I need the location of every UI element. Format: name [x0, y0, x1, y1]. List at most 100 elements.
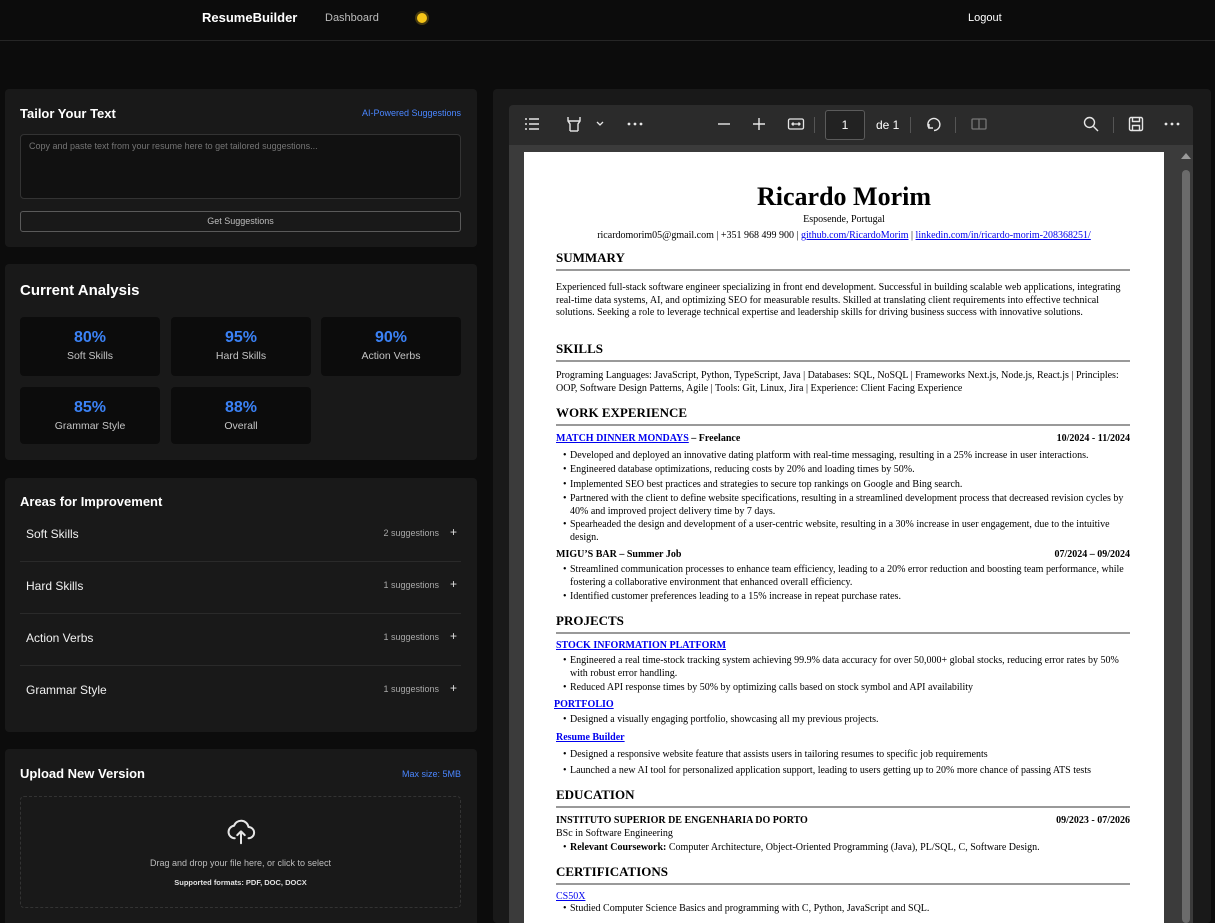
- fit-width-icon[interactable]: [787, 115, 805, 133]
- toolbar-divider: [910, 117, 911, 133]
- education-school: INSTITUTO SUPERIOR DE ENGENHARIA DO PORT…: [556, 815, 808, 826]
- project-resume-builder-link[interactable]: Resume Builder: [556, 732, 625, 743]
- suggestion-count: 1 suggestions: [383, 632, 439, 642]
- drop-instructions: Drag and drop your file here, or click t…: [149, 858, 332, 868]
- job1-link[interactable]: MATCH DINNER MONDAYS: [556, 433, 689, 444]
- job1-role: – Freelance: [688, 433, 741, 444]
- summary-text: Experienced full-stack software engineer…: [556, 282, 1121, 319]
- job1-bullet: Spearheaded the design and development o…: [563, 519, 1136, 544]
- project-stock-link[interactable]: STOCK INFORMATION PLATFORM: [556, 640, 726, 651]
- score-label: Action Verbs: [361, 350, 421, 362]
- job1-heading: MATCH DINNER MONDAYS – Freelance: [556, 433, 740, 444]
- job1-bullet: Implemented SEO best practices and strat…: [563, 479, 1136, 492]
- improvement-item-soft-skills[interactable]: Soft Skills 2 suggestions +: [20, 510, 461, 562]
- project-portfolio-link[interactable]: PORTFOLIO: [554, 699, 614, 710]
- toolbar-divider: [955, 117, 956, 133]
- upload-title: Upload New Version: [20, 766, 145, 781]
- job2-bullet: Identified customer preferences leading …: [563, 591, 1136, 604]
- linkedin-link[interactable]: linkedin.com/in/ricardo-morim-208368251/: [916, 230, 1091, 241]
- improvement-name: Hard Skills: [26, 579, 84, 593]
- save-icon[interactable]: [1127, 115, 1145, 133]
- summary-heading: SUMMARY: [556, 250, 625, 265]
- search-icon[interactable]: [1082, 115, 1100, 133]
- project-bullet: Launched a new AI tool for personalized …: [563, 765, 1136, 778]
- education-degree: BSc in Software Engineering: [556, 828, 673, 839]
- file-drop-zone[interactable]: Drag and drop your file here, or click t…: [20, 796, 461, 908]
- expand-plus-icon[interactable]: +: [450, 681, 457, 695]
- job2-bullet: Streamlined communication processes to e…: [563, 564, 1136, 589]
- expand-plus-icon[interactable]: +: [450, 577, 457, 591]
- tailor-title: Tailor Your Text: [20, 106, 116, 121]
- improvement-panel: Areas for Improvement Soft Skills 2 sugg…: [5, 478, 477, 732]
- github-link[interactable]: github.com/RicardoMorim: [801, 230, 909, 241]
- score-card-overall: 88% Overall: [171, 387, 311, 444]
- chevron-down-icon[interactable]: [595, 119, 605, 129]
- pdf-toolbar: 1 de 1: [509, 105, 1193, 145]
- expand-plus-icon[interactable]: +: [450, 525, 457, 539]
- score-card-action-verbs: 90% Action Verbs: [321, 317, 461, 376]
- score-value: 85%: [73, 399, 107, 416]
- highlight-icon[interactable]: [565, 115, 583, 133]
- section-rule: [556, 883, 1130, 885]
- improvement-item-hard-skills[interactable]: Hard Skills 1 suggestions +: [20, 562, 461, 614]
- resume-text-input[interactable]: [20, 134, 461, 199]
- coursework-text: Computer Architecture, Object-Oriented P…: [666, 842, 1040, 853]
- scroll-up-arrow-icon[interactable]: [1181, 153, 1191, 159]
- cloud-upload-icon: [227, 819, 256, 845]
- improvement-item-action-verbs[interactable]: Action Verbs 1 suggestions +: [20, 614, 461, 666]
- more-options-icon[interactable]: [626, 115, 644, 133]
- improvement-item-grammar-style[interactable]: Grammar Style 1 suggestions +: [20, 666, 461, 718]
- job1-date: 10/2024 - 11/2024: [1056, 433, 1130, 444]
- cert-cs50x-link[interactable]: CS50X: [556, 891, 585, 902]
- two-page-view-icon: [971, 118, 987, 130]
- rotate-icon[interactable]: [925, 115, 943, 133]
- score-label: Soft Skills: [66, 350, 114, 362]
- score-value: 90%: [374, 329, 408, 346]
- zoom-in-icon[interactable]: [750, 115, 768, 133]
- toolbar-divider: [1113, 117, 1114, 133]
- resume-name: Ricardo Morim: [756, 182, 931, 211]
- section-rule: [556, 269, 1130, 271]
- score-card-soft-skills: 80% Soft Skills: [20, 317, 160, 376]
- more-actions-icon[interactable]: [1163, 115, 1181, 133]
- projects-heading: PROJECTS: [556, 613, 624, 628]
- cert-bullet: Studied Computer Science Basics and prog…: [563, 903, 1136, 916]
- analysis-title: Current Analysis: [20, 282, 140, 299]
- resume-location: Esposende, Portugal: [803, 214, 885, 225]
- score-label: Hard Skills: [215, 350, 267, 362]
- page-number-input[interactable]: 1: [825, 110, 865, 140]
- logout-button[interactable]: Logout: [968, 12, 1002, 24]
- tailor-text-panel: Tailor Your Text AI-Powered Suggestions …: [5, 89, 477, 247]
- project-bullet: Reduced API response times by 50% by opt…: [563, 682, 1136, 695]
- page-count: de 1: [876, 118, 900, 132]
- certifications-heading: CERTIFICATIONS: [556, 864, 668, 879]
- skills-text: Programing Languages: JavaScript, Python…: [556, 370, 1119, 394]
- score-label: Overall: [224, 420, 258, 432]
- project-bullet: Engineered a real time-stock tracking sy…: [563, 655, 1136, 680]
- section-rule: [556, 424, 1130, 426]
- improvement-title: Areas for Improvement: [20, 494, 163, 509]
- job2-date: 07/2024 – 09/2024: [1054, 549, 1130, 560]
- job2-heading: MIGU’S BAR – Summer Job: [556, 549, 682, 560]
- suggestion-count: 2 suggestions: [383, 528, 439, 538]
- suggestion-count: 1 suggestions: [383, 580, 439, 590]
- expand-plus-icon[interactable]: +: [450, 629, 457, 643]
- dashboard-link[interactable]: Dashboard: [325, 12, 379, 24]
- brand-logo[interactable]: ResumeBuilder: [202, 10, 297, 25]
- score-value: 88%: [224, 399, 258, 416]
- skills-heading: SKILLS: [556, 341, 603, 356]
- score-card-grammar-style: 85% Grammar Style: [20, 387, 160, 444]
- project-bullet: Designed a responsive website feature th…: [563, 749, 1136, 762]
- ai-suggestions-tag: AI-Powered Suggestions: [361, 108, 461, 118]
- theme-toggle-sun-icon[interactable]: [417, 13, 427, 23]
- project-bullet: Designed a visually engaging portfolio, …: [563, 714, 1136, 727]
- job1-bullet: Partnered with the client to define webs…: [563, 493, 1136, 518]
- zoom-out-icon[interactable]: [715, 115, 733, 133]
- table-of-contents-icon[interactable]: [523, 115, 541, 133]
- resume-page: Ricardo Morim Esposende, Portugal ricard…: [524, 152, 1164, 923]
- job1-bullet: Engineered database optimizations, reduc…: [563, 464, 1136, 477]
- scrollbar-thumb[interactable]: [1182, 170, 1190, 923]
- score-card-hard-skills: 95% Hard Skills: [171, 317, 311, 376]
- work-heading: WORK EXPERIENCE: [556, 405, 688, 420]
- get-suggestions-button[interactable]: Get Suggestions: [20, 211, 461, 232]
